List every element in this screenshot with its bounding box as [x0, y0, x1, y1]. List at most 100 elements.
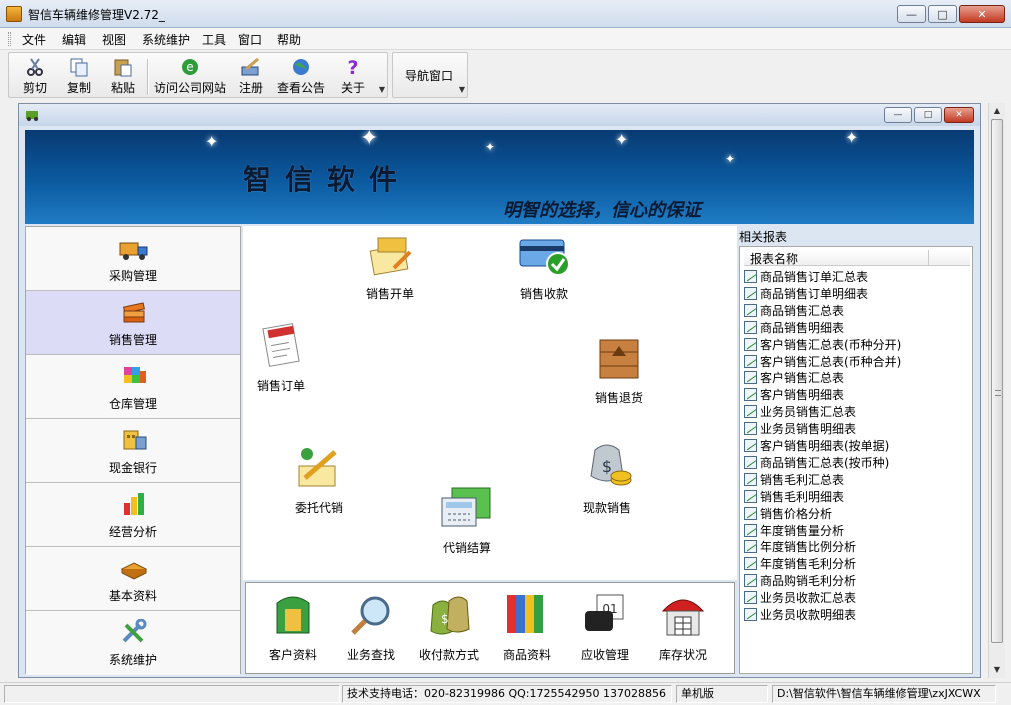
- maximize-button[interactable]: □: [928, 5, 957, 23]
- menu-tools[interactable]: 工具: [202, 31, 226, 48]
- nav-sales[interactable]: 销售管理: [26, 291, 240, 355]
- report-item[interactable]: 业务员收款汇总表: [744, 589, 970, 606]
- report-chart-icon: [744, 523, 757, 537]
- report-item[interactable]: 客户销售汇总表: [744, 369, 970, 386]
- minimize-button[interactable]: —: [897, 5, 926, 23]
- menu-window[interactable]: 窗口: [238, 31, 262, 48]
- nav-analysis[interactable]: 经营分析: [26, 483, 240, 547]
- customer-data-button[interactable]: 客户资料: [258, 589, 328, 663]
- menu-help[interactable]: 帮助: [277, 31, 301, 48]
- vertical-scrollbar[interactable]: ▲ ▼: [988, 103, 1005, 678]
- report-chart-icon: [744, 303, 757, 317]
- report-item[interactable]: 年度销售比例分析: [744, 538, 970, 555]
- nav-purchase[interactable]: 采购管理: [26, 227, 240, 291]
- scroll-thumb[interactable]: [991, 119, 1003, 643]
- svg-text:$: $: [602, 457, 612, 476]
- report-item-label: 业务员收款汇总表: [760, 591, 857, 606]
- report-item[interactable]: 销售毛利汇总表: [744, 471, 970, 488]
- svg-text:?: ?: [347, 57, 358, 77]
- consign-sale-item[interactable]: 委托代销: [285, 442, 353, 516]
- about-button[interactable]: ? 关于: [335, 57, 371, 97]
- view-notice-button[interactable]: 查看公告: [275, 57, 327, 97]
- report-item[interactable]: 商品销售订单汇总表: [744, 268, 970, 285]
- consign-settle-item[interactable]: 代销结算: [435, 482, 499, 556]
- nav-system-maintenance[interactable]: 系统维护: [26, 611, 240, 675]
- sales-return-item[interactable]: 销售退货: [587, 332, 651, 406]
- report-item[interactable]: 业务员销售明细表: [744, 420, 970, 437]
- menu-view[interactable]: 视图: [102, 31, 126, 48]
- report-item[interactable]: 商品销售明细表: [744, 319, 970, 336]
- product-data-button[interactable]: 商品资料: [492, 589, 562, 663]
- menu-edit[interactable]: 编辑: [62, 31, 86, 48]
- report-item-label: 客户销售汇总表(币种分开): [760, 337, 902, 352]
- report-chart-icon: [744, 405, 757, 419]
- child-minimize-button[interactable]: —: [884, 107, 912, 123]
- register-icon: [241, 57, 259, 76]
- customer-icon: [276, 596, 310, 634]
- status-bar: 技术支持电话：020-82319986 QQ:1725542950 137028…: [0, 682, 1011, 705]
- warehouse-icon: [124, 367, 146, 383]
- sales-order-open-item[interactable]: 销售开单: [355, 234, 425, 302]
- report-item-label: 业务员收款明细表: [760, 608, 857, 622]
- main-toolbar: 剪切 复制 粘贴 e 访问公司网站 注册 查看公告 ? 关于 ▼: [8, 52, 388, 98]
- toolbar: 剪切 复制 粘贴 e 访问公司网站 注册 查看公告 ? 关于 ▼ 导航窗口 ▼: [0, 50, 1011, 100]
- report-item[interactable]: 业务员销售汇总表: [744, 403, 970, 420]
- report-item[interactable]: 年度销售毛利分析: [744, 555, 970, 572]
- sales-receipt-item[interactable]: 销售收款: [509, 232, 579, 302]
- scissors-icon: [27, 58, 43, 76]
- report-chart-icon: [744, 354, 757, 368]
- cut-button[interactable]: 剪切: [17, 57, 53, 97]
- close-button[interactable]: ✕: [959, 5, 1005, 23]
- nav-toolbar-overflow-icon[interactable]: ▼: [457, 85, 467, 95]
- calendar-phone-icon: 01: [585, 594, 624, 631]
- report-item[interactable]: 商品销售汇总表: [744, 302, 970, 319]
- copy-button[interactable]: 复制: [61, 57, 97, 97]
- books-icon: [123, 302, 145, 323]
- handshake-pen-icon: [298, 448, 337, 487]
- child-maximize-button[interactable]: □: [914, 107, 942, 123]
- child-close-button[interactable]: ✕: [944, 107, 974, 123]
- copy-icon: [70, 58, 88, 77]
- report-item[interactable]: 商品销售订单明细表: [744, 285, 970, 302]
- report-item[interactable]: 销售价格分析: [744, 505, 970, 522]
- paste-button[interactable]: 粘贴: [105, 57, 141, 97]
- nav-basic-data[interactable]: 基本资料: [26, 547, 240, 611]
- receivables-button[interactable]: 01 应收管理: [570, 589, 640, 663]
- business-search-button[interactable]: 业务查找: [336, 589, 406, 663]
- report-item-label: 商品销售订单汇总表: [760, 270, 869, 284]
- report-chart-icon: [744, 540, 757, 554]
- report-item[interactable]: 客户销售汇总表(币种分开): [744, 336, 970, 353]
- visit-website-button[interactable]: e 访问公司网站: [153, 57, 227, 97]
- nav-warehouse[interactable]: 仓库管理: [26, 355, 240, 419]
- inventory-status-button[interactable]: 库存状况: [648, 589, 718, 663]
- toolbar-overflow-icon[interactable]: ▼: [377, 85, 387, 95]
- menu-file[interactable]: 文件: [22, 31, 46, 48]
- report-item[interactable]: 商品销售汇总表(按币种): [744, 454, 970, 471]
- toolbar-separator: [147, 59, 149, 95]
- report-item[interactable]: 年度销售量分析: [744, 522, 970, 539]
- menu-system[interactable]: 系统维护: [142, 31, 190, 48]
- nav-window-button[interactable]: 导航窗口: [401, 67, 457, 107]
- register-button[interactable]: 注册: [233, 57, 269, 97]
- menu-bar: 文件 编辑 视图 系统维护 工具 窗口 帮助: [0, 28, 1011, 50]
- payment-method-button[interactable]: $ 收付款方式: [414, 589, 484, 663]
- report-item[interactable]: 客户销售汇总表(币种合并): [744, 353, 970, 370]
- sales-order-item[interactable]: 销售订单: [251, 322, 311, 394]
- report-item-label: 客户销售汇总表: [760, 371, 845, 386]
- money-bag-icon: $: [590, 444, 632, 486]
- report-item[interactable]: 客户销售明细表(按单据): [744, 437, 970, 454]
- report-item[interactable]: 销售毛利明细表: [744, 488, 970, 505]
- nav-cash-bank[interactable]: 现金银行: [26, 419, 240, 483]
- sales-workspace: 销售开单 销售收款 销售订单 销售退货 委托代销 $ 现款销售 代销结算: [243, 226, 737, 580]
- star-icon: ✦: [725, 152, 736, 166]
- cash-sale-item[interactable]: $ 现款销售: [577, 436, 637, 516]
- reports-column-header[interactable]: 报表名称: [744, 250, 970, 266]
- window-controls: — □ ✕: [897, 5, 1005, 23]
- report-item[interactable]: 客户销售明细表: [744, 386, 970, 403]
- scroll-down-icon[interactable]: ▼: [989, 662, 1005, 678]
- money-bags-icon: $: [430, 596, 470, 635]
- report-item[interactable]: 商品购销毛利分析: [744, 572, 970, 589]
- child-title-bar: — □ ✕: [19, 104, 980, 126]
- report-item[interactable]: 业务员收款明细表: [744, 606, 970, 623]
- scroll-up-icon[interactable]: ▲: [989, 103, 1005, 119]
